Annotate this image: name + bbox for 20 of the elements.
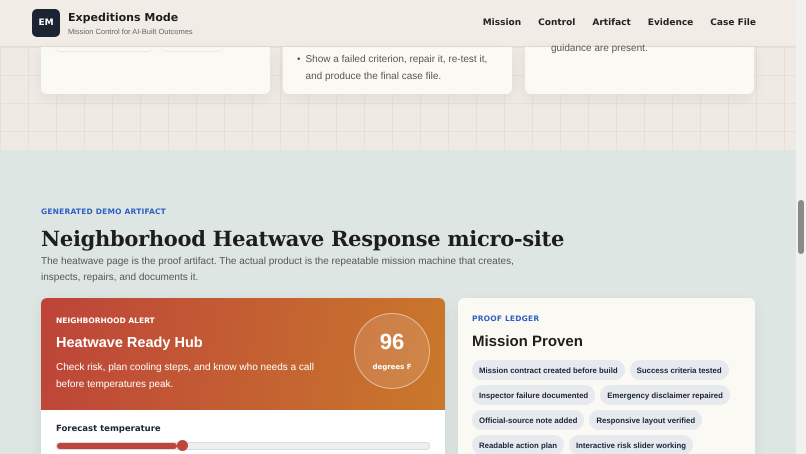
bullet-item: Show a failed criterion, repair it, re-test it, and produce the final case file.	[306, 53, 488, 84]
nav-link[interactable]: Control	[538, 18, 576, 28]
ledger-title: Mission Proven	[472, 333, 584, 350]
logo[interactable]: EM	[32, 9, 60, 37]
section-title: Neighborhood Heatwave Response micro-site	[41, 226, 566, 251]
nav-link[interactable]: Mission	[482, 18, 522, 28]
nav-link[interactable]: Artifact	[592, 18, 631, 28]
slider-label: Forecast temperature	[56, 424, 162, 434]
scrollbar-thumb[interactable]	[798, 200, 804, 254]
slider-track[interactable]	[56, 442, 430, 450]
slider-thumb[interactable]	[177, 440, 188, 451]
bullet-marker: •	[297, 53, 301, 67]
alert-text: Check risk, plan cooling steps, and know who needs a call before temperatures peak.	[56, 360, 315, 392]
section-intro: The heatwave page is the proof artifact. The actual product is the repeatable mission machine that creates, inspects, repairs, and documents it.	[41, 255, 515, 285]
alert-title: Heatwave Ready Hub	[56, 334, 204, 350]
temperature-value: 96	[380, 331, 404, 353]
card-text: guidance are present.	[550, 43, 649, 54]
nav-link[interactable]: Case File	[710, 18, 756, 28]
app-title: Expeditions Mode	[68, 10, 180, 24]
nav-link[interactable]: Evidence	[648, 18, 694, 28]
